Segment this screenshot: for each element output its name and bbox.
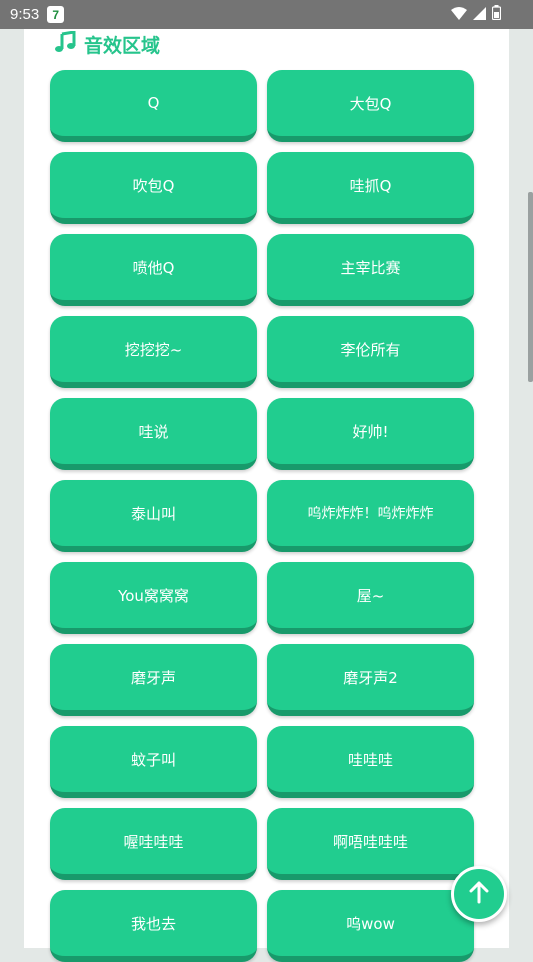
signal-icon	[473, 5, 486, 24]
sound-button[interactable]: 哇哇哇	[267, 726, 474, 798]
sound-button[interactable]: 磨牙声	[50, 644, 257, 716]
battery-icon	[491, 5, 502, 24]
notification-badge: 7	[47, 6, 65, 23]
sound-button[interactable]: Q	[50, 70, 257, 142]
sound-button[interactable]: 蚊子叫	[50, 726, 257, 798]
status-time: 9:53	[10, 6, 40, 23]
sound-button[interactable]: 我也去	[50, 890, 257, 962]
sound-button[interactable]: 磨牙声2	[267, 644, 474, 716]
sound-button[interactable]: 啊唔哇哇哇	[267, 808, 474, 880]
section-title: 音效区域	[84, 34, 161, 57]
scrollbar[interactable]	[528, 192, 533, 382]
sound-button[interactable]: 挖挖挖~	[50, 316, 257, 388]
sound-button[interactable]: 屋~	[267, 562, 474, 634]
sound-button[interactable]: 泰山叫	[50, 480, 257, 552]
sound-button[interactable]: 吹包Q	[50, 152, 257, 224]
scroll-top-button[interactable]	[451, 866, 507, 922]
sound-panel: 音效区域 Q 大包Q 吹包Q 哇抓Q 喷他Q 主宰比赛 挖挖挖~ 李伦所有 哇说…	[24, 29, 509, 962]
music-note-icon	[54, 29, 76, 58]
sound-button[interactable]: 喷他Q	[50, 234, 257, 306]
sound-button[interactable]: 喔哇哇哇	[50, 808, 257, 880]
sound-button[interactable]: 呜wow	[267, 890, 474, 962]
sound-button[interactable]: 主宰比赛	[267, 234, 474, 306]
status-icons	[451, 5, 502, 24]
sound-button[interactable]: You窝窝窝	[50, 562, 257, 634]
sound-button[interactable]: 李伦所有	[267, 316, 474, 388]
wifi-icon	[451, 5, 467, 24]
arrow-up-icon	[468, 880, 490, 908]
status-bar: 9:53 7	[0, 0, 533, 29]
sound-button[interactable]: 哇抓Q	[267, 152, 474, 224]
sound-button-grid: Q 大包Q 吹包Q 哇抓Q 喷他Q 主宰比赛 挖挖挖~ 李伦所有 哇说 好帅! …	[50, 70, 474, 962]
sound-button[interactable]: 呜炸炸炸！呜炸炸炸	[267, 480, 474, 552]
sound-button[interactable]: 大包Q	[267, 70, 474, 142]
sound-button[interactable]: 好帅!	[267, 398, 474, 470]
section-header: 音效区域	[54, 29, 160, 59]
sound-button[interactable]: 哇说	[50, 398, 257, 470]
